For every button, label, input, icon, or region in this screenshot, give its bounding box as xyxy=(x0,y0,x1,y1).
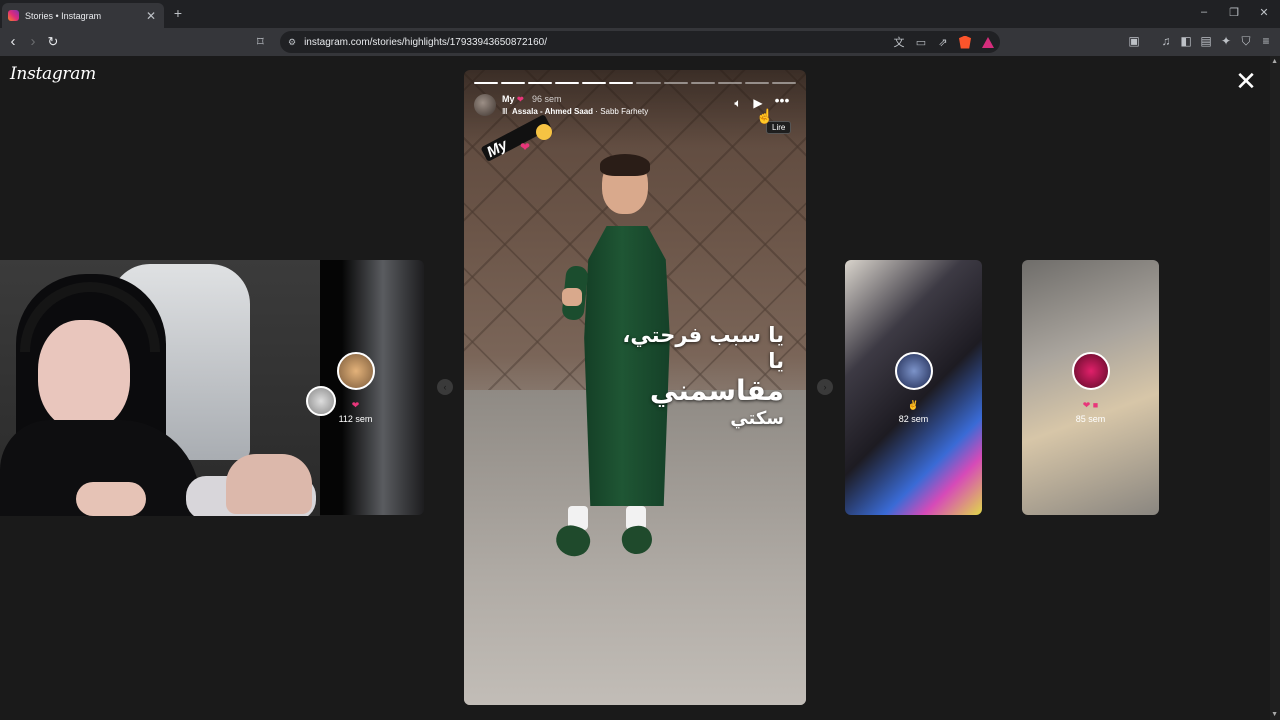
boy-hair xyxy=(600,154,650,176)
instagram-favicon-icon xyxy=(8,10,19,21)
preview-time: 85 sem xyxy=(1075,414,1106,424)
progress-segment xyxy=(744,82,769,84)
wallet-icon[interactable]: ▤ xyxy=(1198,34,1214,48)
thumbs-up-hand xyxy=(562,288,582,306)
instagram-stories-page: Instagram ✕ ▲ ▼ ❤ 112 sem ‹ My ❤ 96 sem … xyxy=(0,56,1280,720)
story-avatar[interactable] xyxy=(474,94,496,116)
caption-line-3: سكتي xyxy=(730,408,784,429)
streamer-hand xyxy=(226,454,312,514)
scroll-up-icon[interactable]: ▲ xyxy=(1271,58,1278,65)
translate-icon[interactable]: 文 xyxy=(888,34,910,50)
progress-segment xyxy=(771,82,796,84)
story-username-text[interactable]: My xyxy=(502,94,515,104)
music-artist[interactable]: Assala - Ahmed Saad xyxy=(512,107,593,116)
music-bars-icon: Ⅲ xyxy=(502,107,508,116)
active-story[interactable]: My ❤ 96 sem Ⅲ Assala - Ahmed Saad · Sabb… xyxy=(464,70,806,705)
story-username[interactable]: My ❤ xyxy=(502,94,524,104)
sidebar-icon[interactable]: ◧ xyxy=(1178,34,1194,48)
tab-close-icon[interactable]: ✕ xyxy=(144,9,158,23)
url-text[interactable]: instagram.com/stories/highlights/1793394… xyxy=(304,37,888,48)
tab-search-icon[interactable]: ▣ xyxy=(1126,34,1142,48)
preview-avatar xyxy=(336,352,375,390)
progress-segment xyxy=(690,82,715,84)
heart-icon: ❤ xyxy=(517,95,524,104)
preview-avatar xyxy=(1071,352,1110,390)
heart-icon: ❤ ■ xyxy=(1082,400,1099,410)
browser-toolbar: ‹ › ↻ ⌑ ⚙ instagram.com/stories/highligh… xyxy=(0,28,1280,56)
address-bar[interactable]: ⚙ instagram.com/stories/highlights/17933… xyxy=(280,31,1000,53)
story-music[interactable]: Assala - Ahmed Saad · Sabb Farhety xyxy=(512,107,648,116)
forward-icon[interactable]: › xyxy=(25,33,41,51)
preview-avatar xyxy=(894,352,933,390)
progress-segment xyxy=(636,82,661,84)
reload-icon[interactable]: ↻ xyxy=(45,33,61,51)
progress-segment xyxy=(474,82,499,84)
close-stories-icon[interactable]: ✕ xyxy=(1234,68,1258,94)
caption-line-1: يا سبب فرحتي، يا xyxy=(622,323,784,373)
restore-icon[interactable]: ❐ xyxy=(1226,6,1242,19)
share-icon[interactable]: ⇗ xyxy=(932,36,954,49)
volume-icon[interactable]: 🔈︎ xyxy=(730,96,746,111)
brave-rewards-icon[interactable] xyxy=(982,36,994,48)
mouse-cursor-icon: ☝ xyxy=(756,108,774,124)
progress-segment xyxy=(582,82,607,84)
window-close-icon[interactable]: ✕ xyxy=(1256,6,1272,19)
menu-icon[interactable]: ≡ xyxy=(1258,34,1274,48)
tab-instagram-stories[interactable]: Stories • Instagram ✕ xyxy=(2,3,164,28)
progress-segment xyxy=(528,82,553,84)
scroll-down-icon[interactable]: ▼ xyxy=(1271,711,1278,718)
more-options-icon[interactable]: ••• xyxy=(774,92,790,108)
instagram-logo[interactable]: Instagram xyxy=(10,64,96,84)
peace-hand-icon: ✌ xyxy=(907,400,920,410)
leo-ai-icon[interactable]: ✦ xyxy=(1218,34,1234,48)
caption-line-2: مقاسمني xyxy=(649,374,784,407)
preview-time: 82 sem xyxy=(898,414,929,424)
vpn-icon[interactable]: ⛉ xyxy=(1238,34,1254,49)
progress-segment xyxy=(609,82,634,84)
next-story-arrow[interactable]: › xyxy=(817,379,833,395)
story-time: 96 sem xyxy=(532,94,562,104)
streamer-hand xyxy=(76,482,146,516)
pleading-face-emoji-icon xyxy=(536,124,552,140)
cast-icon[interactable]: ▭ xyxy=(910,36,932,49)
webcam-overlay xyxy=(0,260,320,516)
progress-segment xyxy=(717,82,742,84)
tab-title: Stories • Instagram xyxy=(25,10,102,21)
story-caption: يا سبب فرحتي، يا مقاسمني سكتي xyxy=(614,322,784,430)
bookmark-icon[interactable]: ⌑ xyxy=(257,34,271,50)
progress-segment xyxy=(555,82,580,84)
previous-story-arrow[interactable]: ‹ xyxy=(437,379,453,395)
new-tab-button[interactable]: + xyxy=(170,5,186,21)
minimize-icon[interactable]: – xyxy=(1196,6,1212,18)
brave-shields-icon[interactable] xyxy=(959,35,971,49)
progress-segment xyxy=(663,82,688,84)
moon-avatar xyxy=(306,386,336,416)
media-icon[interactable]: ♫ xyxy=(1158,34,1174,48)
browser-tab-bar: Stories • Instagram ✕ + – ❐ ✕ xyxy=(0,0,1280,28)
story-preview-3[interactable]: ❤ ■ 85 sem xyxy=(1022,260,1159,515)
scrollbar[interactable]: ▲ ▼ xyxy=(1270,56,1280,720)
progress-segment xyxy=(501,82,526,84)
story-progress-bar xyxy=(474,82,796,84)
music-title[interactable]: Sabb Farhety xyxy=(600,107,648,116)
story-preview-2[interactable]: ✌ 82 sem xyxy=(845,260,982,515)
back-icon[interactable]: ‹ xyxy=(5,33,21,51)
site-info-icon[interactable]: ⚙ xyxy=(288,37,296,48)
heart-sticker-icon: ❤ xyxy=(520,140,531,154)
